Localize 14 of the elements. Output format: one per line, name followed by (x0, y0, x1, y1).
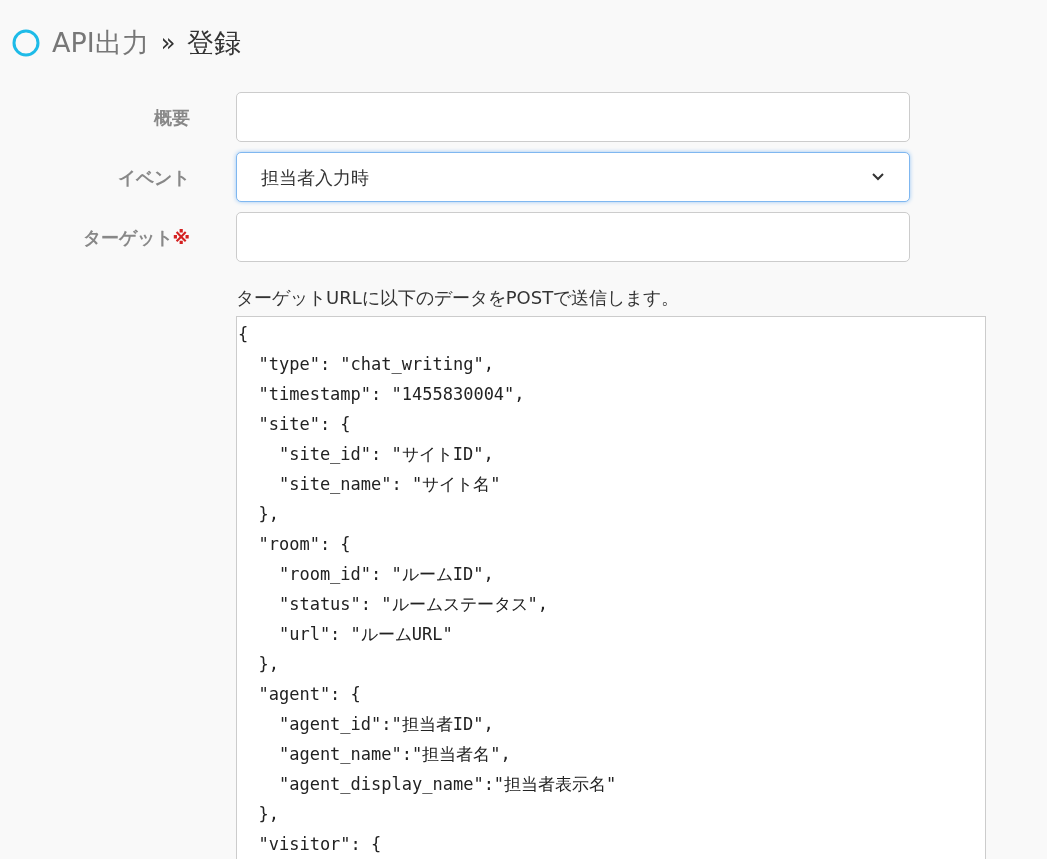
chevron-down-icon (871, 172, 885, 182)
text-input-field[interactable] (236, 92, 910, 142)
field-label: 概要 (154, 105, 190, 130)
breadcrumb-separator: » (160, 28, 176, 59)
event-select[interactable]: 担当者入力時 (236, 152, 910, 202)
field-label: イベント (118, 165, 190, 190)
text-input-field[interactable] (236, 212, 910, 262)
field-label: ターゲット (82, 225, 173, 250)
circle-icon (12, 29, 40, 57)
required-mark: ※ (172, 225, 190, 250)
section-title: API出力 (52, 25, 149, 60)
payload-description: ターゲットURLに以下のデータをPOSTで送信します。 (236, 286, 681, 310)
code-block: { "type": "chat_writing", "timestamp": "1455830004", "site": { "site_id": "サイトID", "site_name": "サイト名" }, "room": { "room_id": "ルームID", "status": "ルームステータス", "url": "ルームURL" }, "agent": { "agent_id":"担当者ID", "agent_name":"担当者名", "agent_display_name":"担当者表示名" }, "visitor": { (236, 316, 986, 859)
page-title: 登録 (187, 25, 242, 60)
